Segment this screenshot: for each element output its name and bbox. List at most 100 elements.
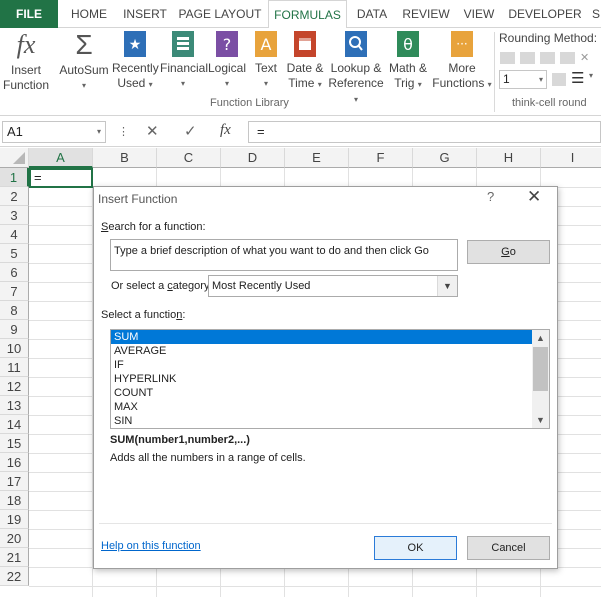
function-list[interactable]: SUM AVERAGE IF HYPERLINK COUNT MAX SIN ▲…	[110, 329, 550, 429]
function-item-sum[interactable]: SUM	[111, 330, 533, 344]
tab-review[interactable]: REVIEW	[398, 0, 454, 28]
column-header-b[interactable]: B	[93, 148, 157, 168]
row-header-19[interactable]: 19	[0, 510, 29, 529]
formula-input[interactable]: =	[248, 121, 601, 143]
round-up-alt-icon[interactable]	[520, 52, 535, 64]
tab-data[interactable]: DATA	[350, 0, 394, 28]
fx-icon[interactable]: fx	[220, 122, 231, 139]
svg-text:θ: θ	[403, 35, 413, 54]
row-header-7[interactable]: 7	[0, 282, 29, 301]
row-header-8[interactable]: 8	[0, 301, 29, 320]
insert-function-button[interactable]: fx Insert Function	[0, 28, 52, 93]
svg-text:?: ?	[223, 35, 232, 54]
enter-icon[interactable]: ✓	[184, 122, 197, 140]
go-button[interactable]: Go	[467, 240, 550, 264]
logical-button[interactable]: ? Logical ▾	[207, 28, 247, 91]
tab-home[interactable]: HOME	[64, 0, 114, 28]
help-on-function-link[interactable]: Help on this function	[101, 540, 201, 552]
row-header-11[interactable]: 11	[0, 358, 29, 377]
cell-a1[interactable]: =	[29, 168, 93, 188]
row-header-18[interactable]: 18	[0, 491, 29, 510]
think-cell-group-label: think-cell round	[512, 97, 587, 109]
tab-insert[interactable]: INSERT	[118, 0, 172, 28]
search-label: Search for a function:	[101, 221, 206, 233]
ok-button[interactable]: OK	[374, 536, 457, 560]
row-header-13[interactable]: 13	[0, 396, 29, 415]
calendar-book-icon	[294, 31, 316, 57]
row-header-6[interactable]: 6	[0, 263, 29, 282]
column-header-i[interactable]: I	[541, 148, 601, 168]
drag-handle-icon[interactable]: ⋮	[118, 125, 129, 138]
function-item-if[interactable]: IF	[111, 358, 533, 372]
text-button[interactable]: A Text ▾	[251, 28, 281, 91]
tab-formulas[interactable]: FORMULAS	[268, 0, 347, 29]
function-item-average[interactable]: AVERAGE	[111, 344, 533, 358]
round-up-icon[interactable]	[500, 52, 515, 64]
row-header-20[interactable]: 20	[0, 529, 29, 548]
rounding-value-field[interactable]: 1 ▾	[499, 70, 547, 89]
row-header-4[interactable]: 4	[0, 225, 29, 244]
close-icon[interactable]: ✕	[580, 52, 595, 64]
financial-book-icon	[172, 31, 194, 57]
date-time-label-2: Time ▾	[288, 76, 322, 90]
name-box-value: A1	[7, 124, 23, 139]
function-list-scrollbar[interactable]: ▲ ▼	[532, 330, 549, 428]
column-header-d[interactable]: D	[221, 148, 285, 168]
scrollbar-thumb[interactable]	[533, 347, 548, 391]
column-header-f[interactable]: F	[349, 148, 413, 168]
category-select[interactable]: Most Recently Used ▼	[208, 275, 458, 297]
row-header-3[interactable]: 3	[0, 206, 29, 225]
row-header-12[interactable]: 12	[0, 377, 29, 396]
row-header-17[interactable]: 17	[0, 472, 29, 491]
math-trig-button[interactable]: θ Math & Trig ▾	[386, 28, 430, 92]
row-header-16[interactable]: 16	[0, 453, 29, 472]
tab-page-layout[interactable]: PAGE LAYOUT	[176, 0, 264, 28]
tab-developer[interactable]: DEVELOPER	[505, 0, 585, 28]
group-separator	[494, 32, 495, 112]
select-all-corner[interactable]	[0, 148, 29, 168]
help-icon[interactable]: ?	[487, 189, 494, 204]
autosum-button[interactable]: Σ AutoSum ▾	[58, 28, 110, 93]
scroll-up-icon[interactable]: ▲	[532, 330, 549, 346]
more-functions-button[interactable]: ··· More Functions ▾	[432, 28, 492, 92]
menu-icon[interactable]: ☰	[571, 69, 584, 87]
cancel-button[interactable]: Cancel	[467, 536, 550, 560]
function-item-count[interactable]: COUNT	[111, 386, 533, 400]
function-list-label: Select a function:	[101, 309, 186, 321]
row-header-22[interactable]: 22	[0, 567, 29, 586]
cancel-icon[interactable]: ✕	[146, 122, 159, 140]
column-header-a[interactable]: A	[29, 148, 93, 168]
row-header-1[interactable]: 1	[0, 168, 29, 187]
tab-view[interactable]: VIEW	[458, 0, 500, 28]
row-header-15[interactable]: 15	[0, 434, 29, 453]
tab-overflow[interactable]: S	[589, 0, 601, 28]
chevron-down-icon[interactable]: ▾	[589, 71, 593, 80]
row-header-9[interactable]: 9	[0, 320, 29, 339]
lookup-reference-button[interactable]: Lookup & Reference ▾	[327, 28, 385, 107]
autosum-label: AutoSum	[59, 63, 109, 77]
close-icon[interactable]: ✕	[527, 187, 541, 207]
scroll-down-icon[interactable]: ▼	[532, 412, 549, 428]
function-item-max[interactable]: MAX	[111, 400, 533, 414]
row-header-14[interactable]: 14	[0, 415, 29, 434]
date-time-button[interactable]: Date & Time ▾	[284, 28, 326, 92]
name-box[interactable]: A1 ▾	[2, 121, 106, 143]
refresh-rounding-icon[interactable]	[552, 73, 566, 86]
column-header-h[interactable]: H	[477, 148, 541, 168]
row-header-21[interactable]: 21	[0, 548, 29, 567]
row-header-2[interactable]: 2	[0, 187, 29, 206]
round-down-alt-icon[interactable]	[560, 52, 575, 64]
row-header-5[interactable]: 5	[0, 244, 29, 263]
function-item-sin[interactable]: SIN	[111, 414, 533, 428]
tab-file[interactable]: FILE	[0, 0, 58, 28]
round-down-icon[interactable]	[540, 52, 555, 64]
search-function-input[interactable]: Type a brief description of what you wan…	[110, 239, 458, 271]
column-header-c[interactable]: C	[157, 148, 221, 168]
logical-label: Logical	[207, 61, 247, 75]
column-header-e[interactable]: E	[285, 148, 349, 168]
row-header-10[interactable]: 10	[0, 339, 29, 358]
recently-used-button[interactable]: ★ Recently Used ▾	[112, 28, 159, 92]
column-header-g[interactable]: G	[413, 148, 477, 168]
function-item-hyperlink[interactable]: HYPERLINK	[111, 372, 533, 386]
financial-button[interactable]: Financial ▾	[160, 28, 208, 91]
